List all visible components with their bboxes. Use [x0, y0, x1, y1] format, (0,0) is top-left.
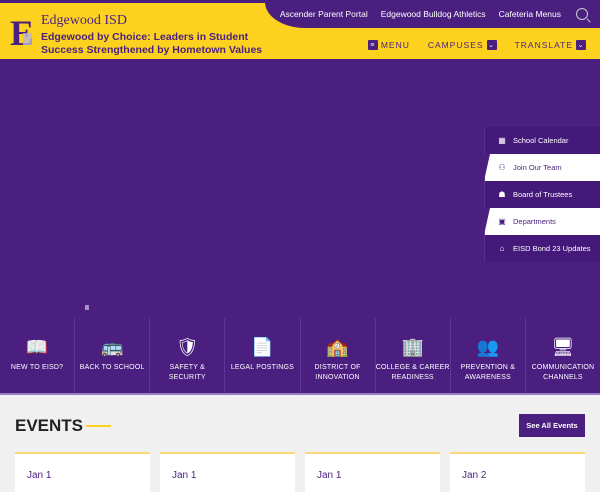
bus-icon: 🚌 — [100, 337, 124, 357]
event-card[interactable]: Jan 1 — [305, 452, 440, 492]
side-link-board-of-trustees[interactable]: ☗ Board of Trustees — [484, 181, 600, 208]
side-link-label: Board of Trustees — [513, 190, 573, 199]
side-link-label: School Calendar — [513, 136, 569, 145]
quick-link-district-of-innovation[interactable]: 🏫 DISTRICT OF INNOVATION — [301, 318, 376, 393]
calendar-icon: ▦ — [498, 136, 506, 145]
side-quick-links: ▦ School Calendar ⚇ Join Our Team ☗ Board o… — [484, 127, 600, 262]
quick-link-label: SAFETY & SECURITY — [168, 364, 206, 381]
bulldog-athletics-link[interactable]: Edgewood Bulldog Athletics — [381, 9, 486, 19]
side-link-label: EISD Bond 23 Updates — [513, 244, 591, 253]
shield-icon: 🛡 — [175, 337, 199, 357]
event-date: Jan 1 — [317, 470, 342, 481]
quick-link-prevention-awareness[interactable]: 👥 PREVENTION & AWARENESS — [451, 318, 526, 393]
menu-button[interactable]: ≡ MENU — [367, 40, 410, 50]
search-icon[interactable] — [576, 8, 588, 20]
quick-link-communication[interactable]: 🖥 COMMUNICATION CHANNELS — [526, 318, 600, 393]
quick-link-label: COLLEGE & CAREER READINESS — [375, 364, 450, 381]
quick-link-college-career[interactable]: 🏢 COLLEGE & CAREER READINESS — [376, 318, 451, 393]
quick-links-bar: 📖 NEW TO EISD? 🚌 BACK TO SCHOOL 🛡 SAFETY & … — [0, 318, 600, 395]
utility-nav: Ascender Parent Portal Edgewood Bulldog … — [265, 0, 600, 28]
cafeteria-menus-link[interactable]: Cafeteria Menus — [499, 9, 561, 19]
campuses-label: CAMPUSES — [427, 40, 484, 50]
side-link-departments[interactable]: ▣ Departments — [484, 208, 600, 235]
quick-link-safety-security[interactable]: 🛡 SAFETY & SECURITY — [150, 318, 226, 393]
side-link-school-calendar[interactable]: ▦ School Calendar — [484, 127, 600, 154]
site-header: E Edgewood ISD Edgewood by Choice: Leade… — [0, 0, 600, 62]
side-link-bond-updates[interactable]: ⌂ EISD Bond 23 Updates — [484, 235, 600, 262]
chevron-down-icon: ⌄ — [486, 40, 497, 50]
district-logo[interactable]: E — [10, 13, 34, 51]
ascender-parent-portal-link[interactable]: Ascender Parent Portal — [280, 9, 368, 19]
quick-link-label: DISTRICT OF INNOVATION — [314, 364, 361, 381]
svg-text:E: E — [10, 13, 34, 51]
building-icon: 🏢 — [401, 337, 424, 357]
quick-link-label: COMMUNICATION CHANNELS — [531, 364, 595, 381]
presentation-icon: ▣ — [498, 217, 506, 226]
event-card[interactable]: Jan 2 — [450, 452, 585, 492]
quick-link-label: LEGAL POSTINGS — [230, 364, 295, 371]
translate-dropdown[interactable]: TRANSLATE ⌄ — [515, 40, 586, 50]
monitor-icon: 🖥 — [551, 337, 575, 357]
side-link-label: Join Our Team — [513, 163, 562, 172]
main-nav: ≡ MENU CAMPUSES ⌄ TRANSLATE ⌄ — [367, 40, 586, 50]
see-all-events-button[interactable]: See All Events — [519, 414, 585, 437]
side-link-join-our-team[interactable]: ⚇ Join Our Team — [484, 154, 600, 181]
people-icon: 👥 — [476, 337, 500, 357]
document-icon: 📄 — [251, 337, 274, 357]
quick-link-label: NEW TO EISD? — [10, 364, 64, 371]
tagline: Edgewood by Choice: Leaders in Student S… — [41, 31, 263, 56]
campuses-dropdown[interactable]: CAMPUSES ⌄ — [428, 40, 497, 50]
heading-accent-line — [86, 425, 111, 427]
board-icon: ☗ — [498, 190, 506, 199]
pause-icon[interactable]: II — [85, 305, 89, 312]
event-date: Jan 2 — [462, 470, 487, 481]
school-icon: 🏫 — [326, 337, 349, 357]
event-card[interactable]: Jan 1 — [15, 452, 150, 492]
side-link-label: Departments — [513, 217, 556, 226]
quick-link-legal-postings[interactable]: 📄 LEGAL POSTINGS — [225, 318, 301, 393]
chevron-down-icon: ⌄ — [576, 40, 586, 50]
quick-link-back-to-school[interactable]: 🚌 BACK TO SCHOOL — [75, 318, 151, 393]
menu-label: MENU — [380, 40, 410, 50]
hamburger-icon: ≡ — [367, 40, 378, 50]
building-icon: ⌂ — [499, 244, 505, 253]
quick-link-new-to-eisd[interactable]: 📖 NEW TO EISD? — [0, 318, 76, 393]
event-date: Jan 1 — [27, 470, 52, 481]
events-heading: EVENTS — [15, 416, 84, 435]
quick-link-label: PREVENTION & AWARENESS — [460, 364, 516, 381]
book-icon: 📖 — [25, 337, 49, 357]
hero-banner: II ▦ School Calendar ⚇ Join Our Team ☗ Boar… — [0, 62, 600, 395]
event-card[interactable]: Jan 1 — [160, 452, 295, 492]
translate-label: TRANSLATE — [514, 40, 573, 50]
team-icon: ⚇ — [498, 163, 506, 172]
quick-link-label: BACK TO SCHOOL — [79, 364, 145, 371]
event-date: Jan 1 — [172, 470, 197, 481]
site-name[interactable]: Edgewood ISD — [41, 13, 127, 29]
